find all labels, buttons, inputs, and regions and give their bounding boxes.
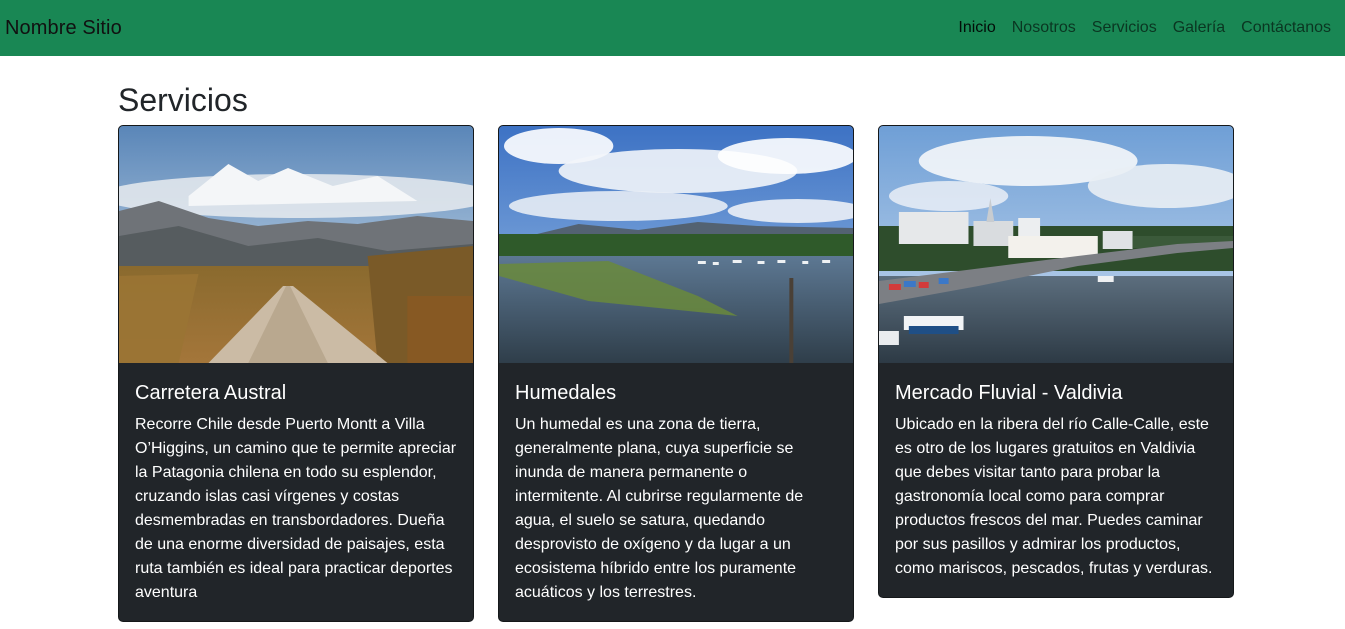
card-body-humedales: Humedales Un humedal es una zona de tier…	[499, 363, 853, 621]
card-body-mercado-fluvial: Mercado Fluvial - Valdivia Ubicado en la…	[879, 363, 1233, 597]
card-mercado-fluvial: Mercado Fluvial - Valdivia Ubicado en la…	[878, 125, 1234, 598]
nav-links: Inicio Nosotros Servicios Galería Contác…	[950, 0, 1339, 56]
card-text: Un humedal es una zona de tierra, genera…	[515, 416, 804, 601]
card-title: Carretera Austral	[135, 382, 287, 404]
nav-item-galeria: Galería	[1165, 0, 1233, 56]
card-image-mercado-fluvial	[879, 126, 1233, 363]
page-title: Servicios	[118, 82, 248, 118]
nav-link-nosotros[interactable]: Nosotros	[1004, 0, 1084, 56]
nav-link-galeria[interactable]: Galería	[1165, 0, 1233, 56]
nav-item-inicio: Inicio	[950, 0, 1003, 56]
nav-item-contactanos: Contáctanos	[1233, 0, 1339, 56]
nav-item-servicios: Servicios	[1084, 0, 1165, 56]
card-carretera-austral: Carretera Austral Recorre Chile desde Pu…	[118, 125, 474, 622]
navbar: Nombre Sitio Inicio Nosotros Servicios G…	[0, 0, 1345, 56]
nav-link-contactanos[interactable]: Contáctanos	[1233, 0, 1339, 56]
card-text: Recorre Chile desde Puerto Montt a Villa…	[135, 416, 457, 601]
card-body-carretera-austral: Carretera Austral Recorre Chile desde Pu…	[119, 363, 473, 621]
card-text: Ubicado en la ribera del río Calle-Calle…	[895, 416, 1213, 577]
nav-item-nosotros: Nosotros	[1004, 0, 1084, 56]
card-title: Mercado Fluvial - Valdivia	[895, 382, 1123, 404]
nav-link-servicios[interactable]: Servicios	[1084, 0, 1165, 56]
card-humedales: Humedales Un humedal es una zona de tier…	[498, 125, 854, 622]
card-image-carretera-austral	[119, 126, 473, 363]
nav-link-inicio[interactable]: Inicio	[950, 0, 1003, 56]
card-title: Humedales	[515, 382, 617, 404]
card-image-humedales	[499, 126, 853, 363]
brand-link[interactable]: Nombre Sitio	[5, 17, 122, 40]
